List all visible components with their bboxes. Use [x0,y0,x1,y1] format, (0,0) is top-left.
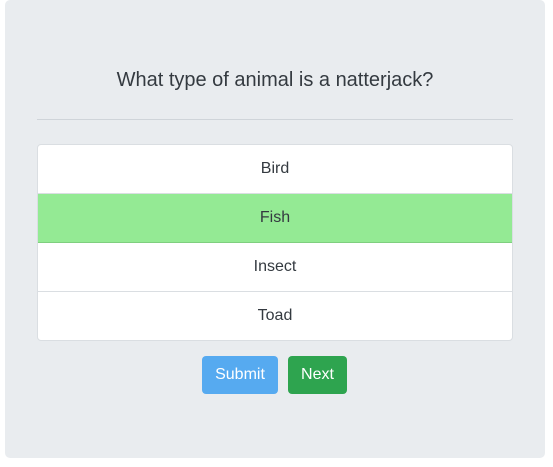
next-button[interactable]: Next [288,356,347,394]
submit-button[interactable]: Submit [202,356,278,394]
answer-option-bird[interactable]: Bird [38,145,512,194]
answer-list: Bird Fish Insect Toad [37,144,513,341]
answer-option-insect[interactable]: Insect [38,243,512,292]
answer-option-toad[interactable]: Toad [38,292,512,340]
question-text: What type of animal is a natterjack? [116,69,434,91]
answer-option-fish[interactable]: Fish [38,194,512,243]
divider [37,119,513,120]
quiz-card: What type of animal is a natterjack? Bir… [5,0,545,458]
